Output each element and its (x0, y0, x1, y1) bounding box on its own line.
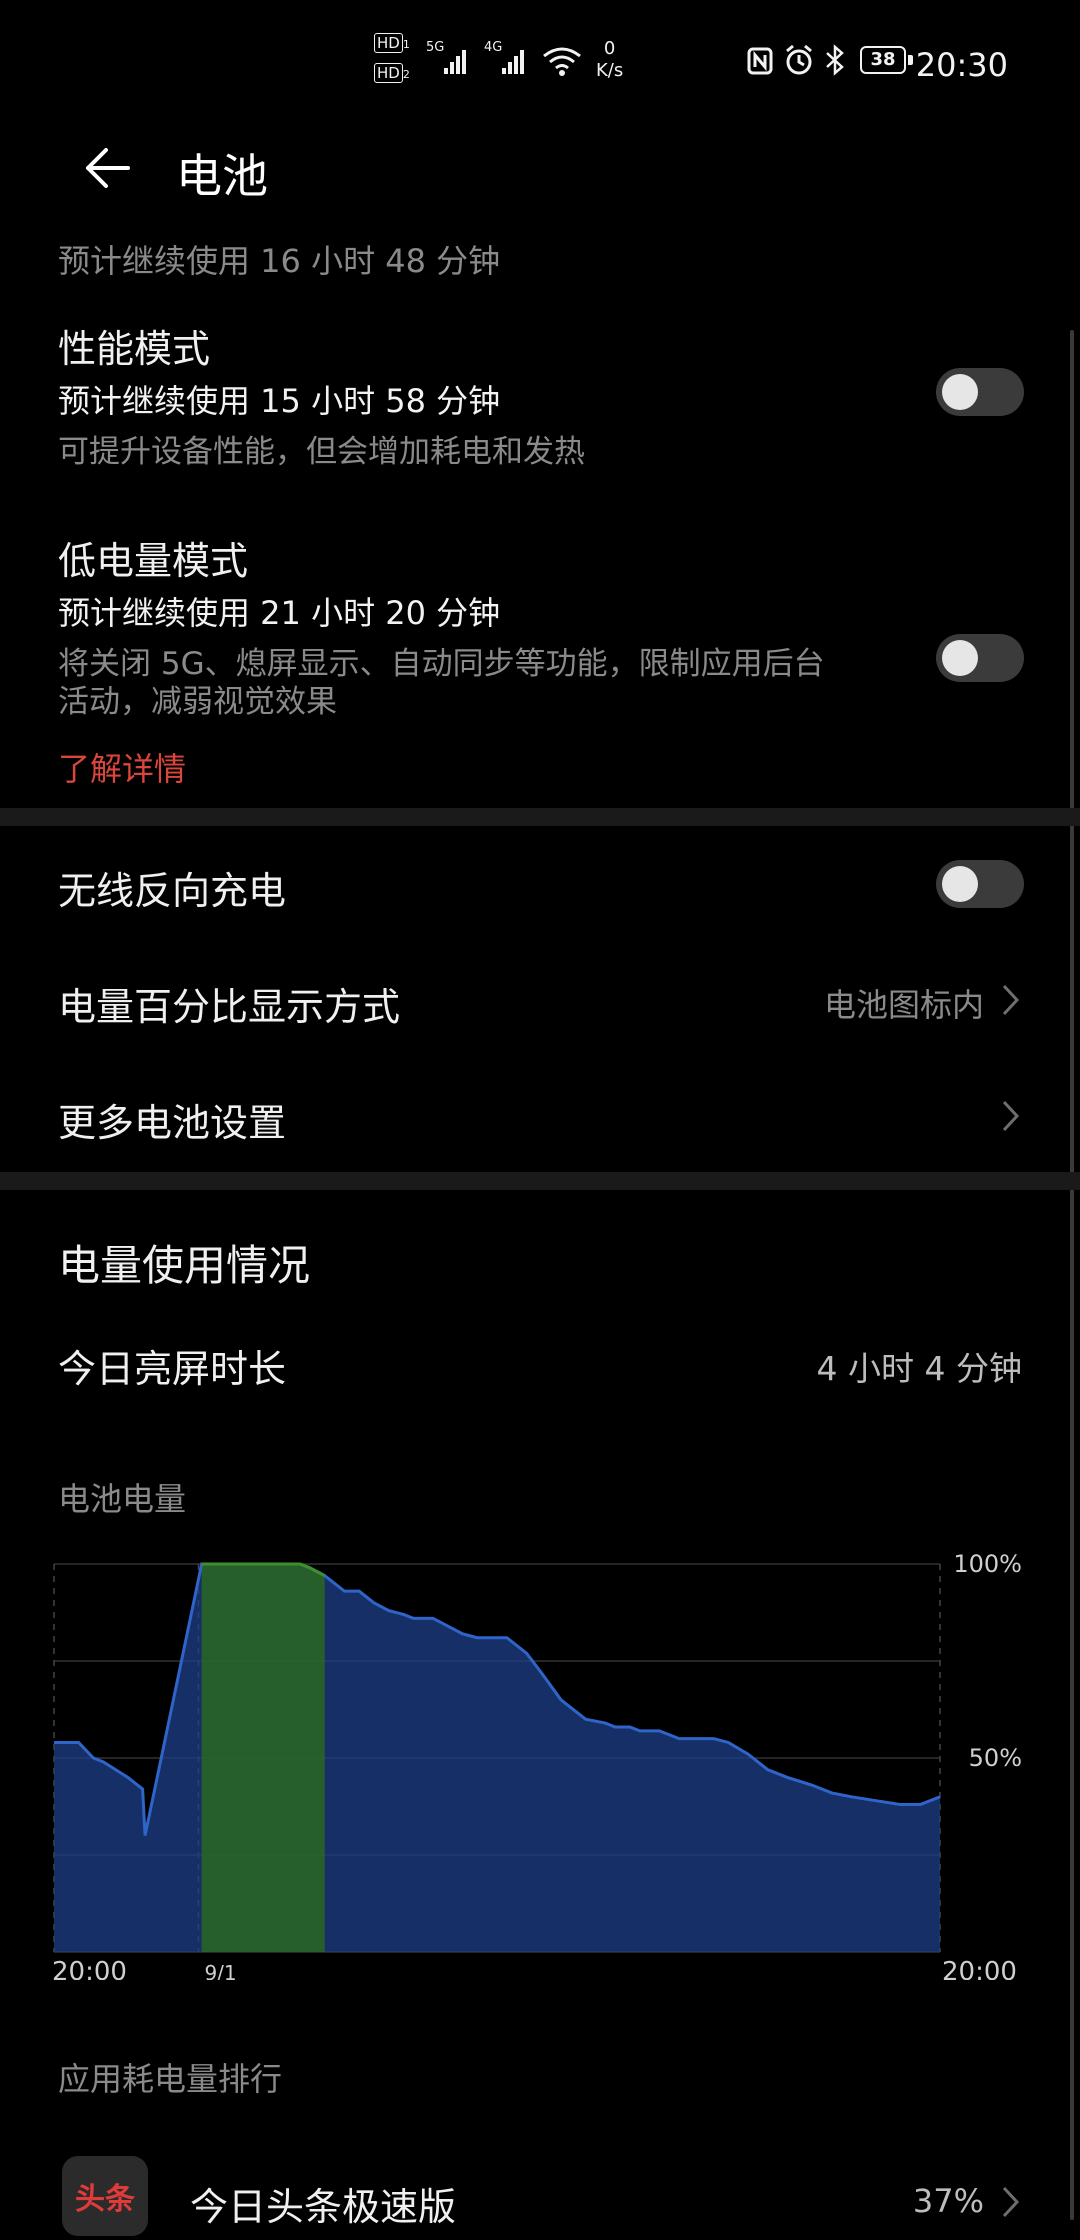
hd-icon: HD 1 (374, 33, 410, 53)
wifi-icon (540, 42, 584, 78)
performance-mode-toggle[interactable] (936, 368, 1024, 416)
page-title: 电池 (176, 149, 268, 203)
app-icon: 头条 (62, 2156, 148, 2236)
screen-time-row: 今日亮屏时长 4 小时 4 分钟 (0, 1330, 1080, 1400)
app-ranking-label: 应用耗电量排行 (58, 2060, 283, 2098)
wireless-reverse-charging-toggle[interactable] (936, 860, 1024, 908)
battery-icon: 38 (860, 46, 916, 76)
signal-4g-icon: 4G (484, 40, 534, 80)
chevron-right-icon (1002, 2186, 1020, 2218)
network-speed: 0 K/s (596, 38, 624, 81)
screen-time-value: 4 小时 4 分钟 (816, 1349, 1022, 1388)
signal-5g-icon: 5G (426, 40, 476, 80)
nfc-icon (746, 46, 774, 76)
status-time: 20:30 (915, 46, 1008, 84)
learn-more-link[interactable]: 了解详情 (58, 744, 186, 790)
status-bar: HD 1 HD 2 5G 4G 0 K/s 38 20:30 (0, 30, 1080, 94)
percent-display-row[interactable]: 电量百分比显示方式 电池图标内 (0, 942, 1080, 1058)
low-power-mode-estimate: 预计继续使用 21 小时 20 分钟 (58, 594, 501, 632)
battery-level-chart: 100% 50% 20:00 9/1 20:00 (0, 1540, 1080, 1987)
charging-area (201, 1564, 325, 1952)
wireless-reverse-charging-row[interactable]: 无线反向充电 (0, 826, 1080, 942)
more-battery-settings-row[interactable]: 更多电池设置 (0, 1058, 1080, 1174)
x-tick-label: 9/1 (204, 1961, 236, 1980)
app-name: 今日头条极速版 (190, 2185, 457, 2229)
hd-icon: HD 2 (374, 63, 410, 83)
low-power-mode-row[interactable]: 低电量模式 预计继续使用 21 小时 20 分钟 将关闭 5G、熄屏显示、自动同… (0, 518, 1080, 788)
low-power-mode-description-2: 活动，减弱视觉效果 (58, 684, 337, 720)
performance-mode-row[interactable]: 性能模式 预计继续使用 15 小时 58 分钟 可提升设备性能，但会增加耗电和发… (0, 306, 1080, 476)
usage-section-title: 电量使用情况 (58, 1241, 311, 1290)
alarm-icon (784, 44, 814, 76)
low-power-mode-toggle[interactable] (936, 634, 1024, 682)
screen-time-label: 今日亮屏时长 (58, 1347, 287, 1391)
back-button[interactable] (80, 140, 136, 196)
percent-display-value: 电池图标内 (823, 986, 984, 1024)
x-tick-label: 20:00 (52, 1957, 127, 1980)
chevron-right-icon (1002, 984, 1020, 1016)
battery-chart-svg: 100% 50% 20:00 9/1 20:00 (52, 1550, 1022, 1987)
performance-mode-estimate: 预计继续使用 15 小时 58 分钟 (58, 382, 501, 420)
performance-mode-description: 可提升设备性能，但会增加耗电和发热 (58, 434, 585, 470)
back-arrow-icon (86, 148, 130, 188)
app-usage-row[interactable]: 头条 今日头条极速版 37% (0, 2140, 1080, 2240)
percent-display-label: 电量百分比显示方式 (58, 985, 401, 1029)
section-divider (0, 808, 1080, 826)
x-tick-label: 20:00 (942, 1957, 1017, 1980)
performance-mode-title: 性能模式 (58, 327, 211, 371)
bluetooth-icon (824, 44, 846, 76)
battery-level-label: 电池电量 (58, 1480, 187, 1518)
y-tick-label: 50% (969, 1744, 1022, 1772)
app-usage-percent: 37% (912, 2182, 984, 2220)
battery-estimate: 预计继续使用 16 小时 48 分钟 (58, 242, 501, 280)
wireless-reverse-charging-label: 无线反向充电 (58, 869, 287, 913)
section-divider (0, 1172, 1080, 1190)
more-battery-settings-label: 更多电池设置 (58, 1101, 287, 1145)
low-power-mode-title: 低电量模式 (58, 539, 249, 583)
y-tick-label: 100% (953, 1550, 1022, 1578)
chevron-right-icon (1002, 1100, 1020, 1132)
